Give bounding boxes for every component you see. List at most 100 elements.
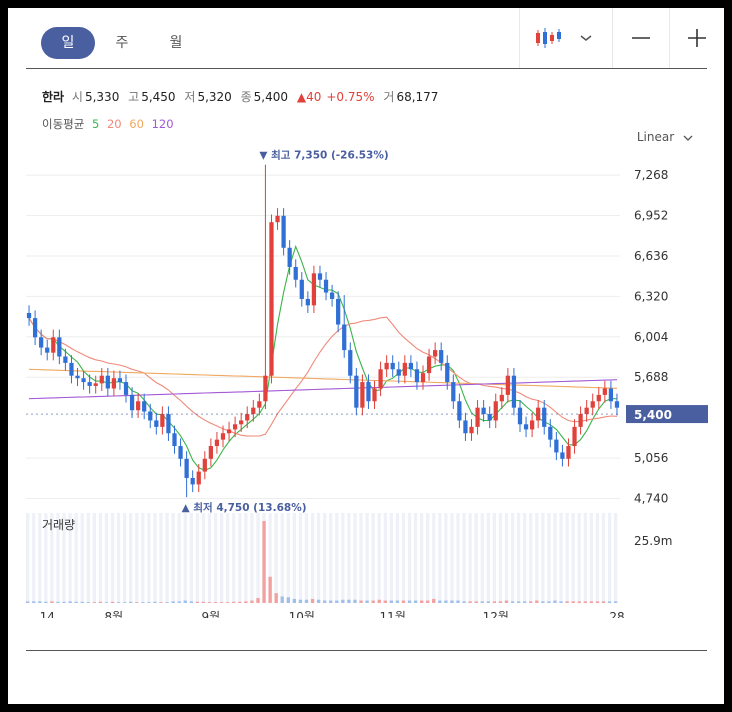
candle-body bbox=[426, 356, 432, 374]
candle-body bbox=[348, 350, 353, 376]
volume-bar bbox=[516, 601, 521, 603]
candle-body bbox=[293, 266, 298, 280]
chart-type-button[interactable] bbox=[519, 8, 612, 68]
volume-grid-stripe bbox=[371, 513, 375, 603]
ohlc-info: 한라 시 5,330 고 5,450 저 5,320 종 5,400 ▲40 +0.75%… bbox=[42, 88, 443, 105]
candle-body bbox=[511, 375, 517, 408]
candle-body bbox=[45, 347, 50, 353]
candle-body bbox=[590, 401, 595, 408]
volume-bar bbox=[359, 600, 363, 603]
volume-grid-stripe bbox=[104, 513, 109, 603]
candle-body bbox=[184, 458, 189, 479]
volume-bar bbox=[286, 597, 290, 603]
y-tick-label: 6,004 bbox=[634, 330, 668, 344]
tab-monthly[interactable]: 월 bbox=[149, 27, 203, 59]
volume-bar bbox=[274, 593, 278, 603]
volume-bar bbox=[129, 601, 133, 603]
volume-bar bbox=[407, 600, 412, 603]
volume-bar bbox=[98, 601, 103, 603]
candle-body bbox=[257, 401, 262, 408]
volume-grid-stripe bbox=[389, 513, 394, 603]
volume-grid-stripe bbox=[426, 513, 430, 603]
volume-grid-stripe bbox=[256, 513, 260, 603]
volume-bar bbox=[401, 600, 406, 603]
x-tick-label: 28 bbox=[609, 610, 624, 618]
candle-body bbox=[457, 401, 462, 421]
period-tabs: 일 주 월 bbox=[41, 27, 203, 59]
volume-bar bbox=[147, 602, 151, 603]
ma-120[interactable]: 120 bbox=[152, 117, 174, 131]
volume-bar bbox=[86, 602, 90, 603]
volume-bar bbox=[450, 600, 454, 603]
candle-body bbox=[384, 362, 389, 370]
zoom-in-button[interactable] bbox=[669, 8, 724, 68]
low-annotation: ▲ 최저 4,750 (13.68%) bbox=[182, 501, 307, 514]
volume-bar bbox=[104, 602, 109, 603]
volume-grid-stripe bbox=[323, 513, 327, 603]
volume-grid-stripe bbox=[195, 513, 200, 603]
volume-bar bbox=[389, 600, 394, 603]
volume-bar bbox=[607, 601, 612, 603]
zoom-out-button[interactable] bbox=[612, 8, 669, 68]
volume-grid-stripe bbox=[316, 513, 321, 603]
volume-grid-stripe bbox=[589, 513, 594, 603]
volume-bar bbox=[523, 601, 527, 603]
volume-grid-stripe bbox=[462, 513, 466, 603]
scale-selector[interactable]: Linear bbox=[637, 130, 694, 144]
volume-bar bbox=[74, 601, 78, 603]
candle-body bbox=[111, 378, 117, 389]
tab-weekly[interactable]: 주 bbox=[95, 27, 149, 59]
candle-body bbox=[154, 420, 159, 427]
volume-grid-stripe bbox=[565, 513, 569, 603]
volume-grid-stripe bbox=[559, 513, 563, 603]
divider bbox=[26, 68, 707, 69]
chevron-down-icon bbox=[683, 135, 693, 141]
volume-bar bbox=[56, 601, 60, 603]
x-tick-label: 10월 bbox=[289, 610, 315, 618]
volume-grid-stripe bbox=[510, 513, 515, 603]
price-chart[interactable]: 거래량 25.9m 7,268 6,952 6,636 6,320 6,004 5,688 5,… bbox=[8, 148, 724, 618]
candle-body bbox=[414, 369, 420, 383]
volume-grid-stripe bbox=[523, 513, 527, 603]
volume-bar bbox=[323, 600, 327, 603]
candle-body bbox=[402, 362, 407, 376]
volume-bar bbox=[426, 600, 430, 603]
volume-grid-stripe bbox=[329, 513, 333, 603]
volume-bar bbox=[474, 601, 478, 603]
ma-5[interactable]: 5 bbox=[92, 117, 99, 131]
candle-body bbox=[32, 318, 38, 338]
volume-bar bbox=[62, 601, 66, 603]
x-tick-label: 11월 bbox=[380, 610, 406, 618]
chart-panel: 일 주 월 한라 시5,330 고5,450 저5,320 종5,400 bbox=[8, 8, 724, 704]
volume-bar bbox=[165, 602, 169, 603]
candle-body bbox=[160, 414, 165, 427]
volume-grid-stripe bbox=[335, 513, 339, 603]
candle-body bbox=[336, 298, 341, 325]
volume-grid-stripe bbox=[310, 513, 315, 603]
candle-body bbox=[220, 433, 226, 440]
volume-grid-stripe bbox=[383, 513, 387, 603]
ma-60[interactable]: 60 bbox=[129, 117, 144, 131]
candle-body bbox=[123, 382, 129, 395]
candle-body bbox=[433, 350, 438, 357]
volume-grid-stripe bbox=[347, 513, 351, 603]
moving-average-line-60 bbox=[28, 368, 618, 389]
candle-body bbox=[263, 375, 268, 402]
volume-bar bbox=[122, 602, 127, 603]
ma-20[interactable]: 20 bbox=[107, 117, 122, 131]
volume-grid-stripe bbox=[407, 513, 412, 603]
candle-body bbox=[366, 382, 371, 402]
volume-bar bbox=[486, 601, 490, 603]
volume-grid-stripe bbox=[298, 513, 303, 603]
volume-bar bbox=[32, 601, 36, 603]
tab-daily[interactable]: 일 bbox=[41, 27, 95, 59]
moving-average-line-120 bbox=[28, 379, 618, 400]
volume-grid-stripe bbox=[250, 513, 254, 603]
candle-body bbox=[178, 446, 183, 459]
chevron-down-icon[interactable] bbox=[574, 26, 598, 50]
candle-body bbox=[323, 279, 329, 293]
volume-grid-stripe bbox=[286, 513, 290, 603]
volume-grid-stripe bbox=[201, 513, 206, 603]
volume-grid-stripe bbox=[207, 513, 212, 603]
candle-body bbox=[305, 298, 310, 306]
